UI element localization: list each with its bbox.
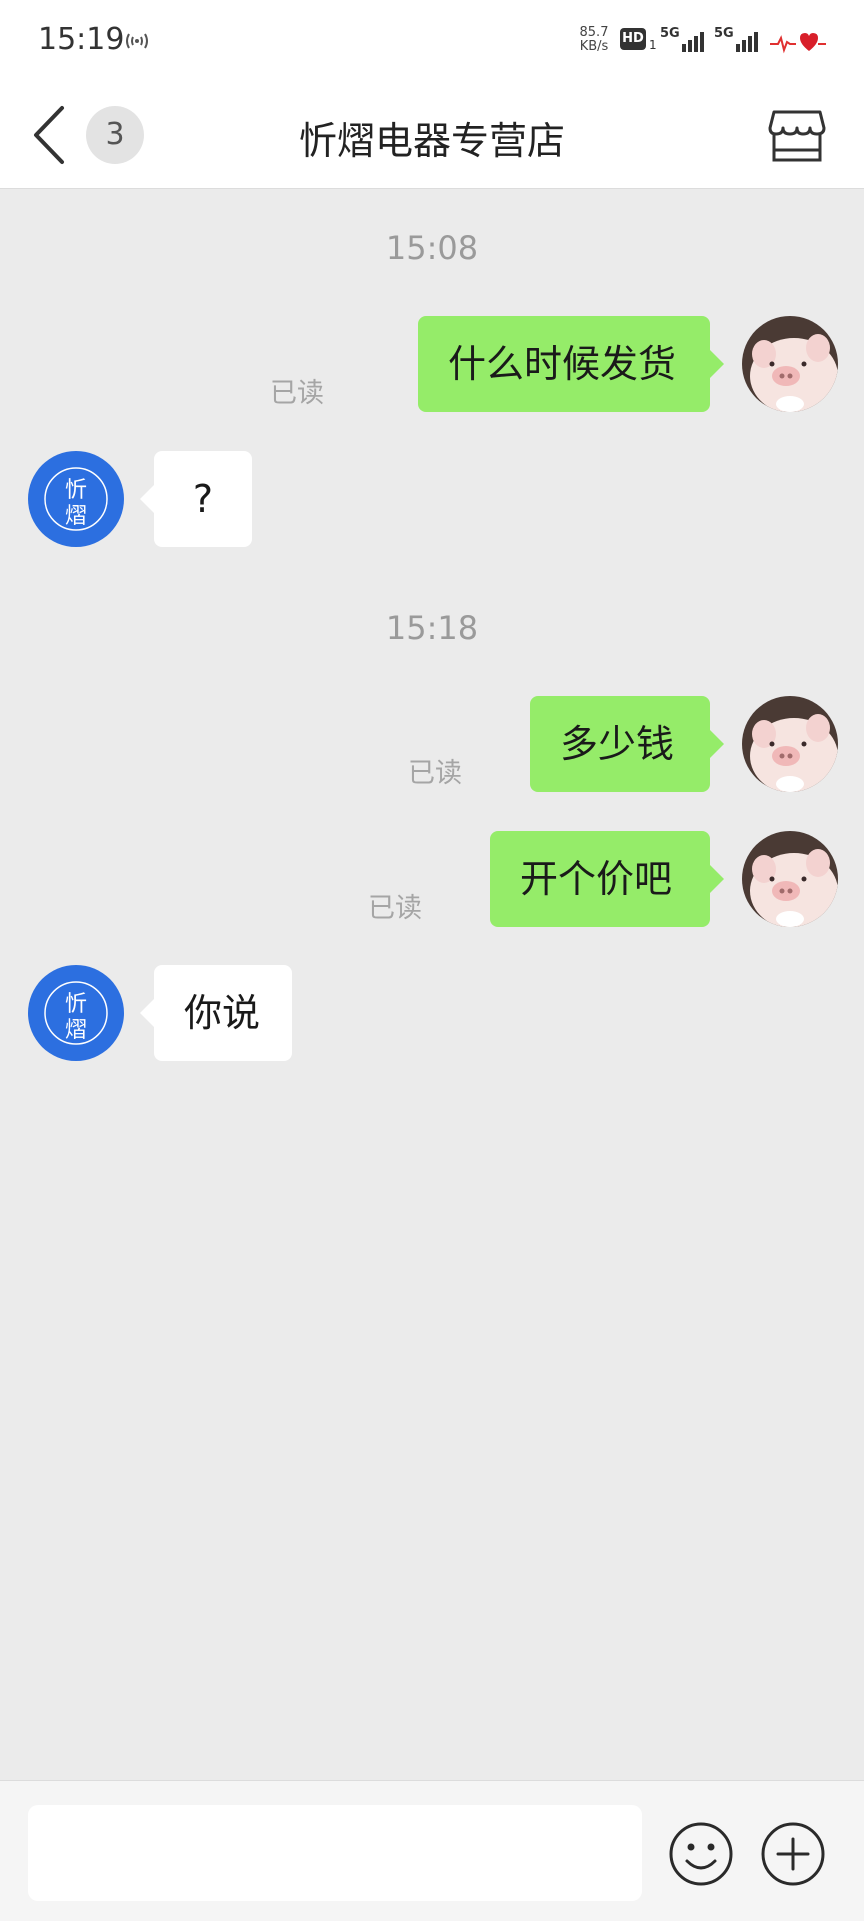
signal-icon: 5G: [714, 26, 760, 52]
plus-circle-icon: [761, 1822, 825, 1886]
message-bubble-incoming[interactable]: 你说: [140, 965, 292, 1061]
message-bubble-incoming[interactable]: ?: [140, 451, 252, 547]
svg-text:忻: 忻: [65, 992, 87, 1017]
network-speed-unit: KB/s: [579, 39, 609, 54]
chat-header: 3 忻熠电器专营店: [0, 82, 864, 189]
more-button[interactable]: [760, 1821, 826, 1887]
user-avatar[interactable]: [742, 316, 838, 412]
svg-text:熠: 熠: [65, 504, 87, 529]
page-title: 忻熠电器专营店: [298, 119, 565, 163]
message-timestamp: 15:08: [385, 229, 479, 267]
pig-avatar-icon: [742, 696, 838, 792]
heart-battery-icon: [770, 30, 826, 56]
read-receipt: 已读: [408, 758, 462, 789]
message-input[interactable]: [28, 1805, 642, 1901]
signal-icon: 5G: [660, 26, 706, 52]
network-speed-value: 85.7: [579, 25, 609, 40]
read-receipt: 已读: [368, 893, 422, 924]
nfc-icon: [124, 30, 150, 57]
smiley-icon: [669, 1822, 733, 1886]
storefront-icon: [768, 110, 826, 162]
input-bar: [0, 1780, 864, 1921]
message-bubble-outgoing[interactable]: 开个价吧: [490, 831, 724, 927]
signal-label: 5G: [714, 26, 734, 41]
message-timestamp: 15:18: [385, 609, 479, 647]
user-avatar[interactable]: [742, 696, 838, 792]
store-logo-icon: 忻 熠: [44, 981, 108, 1045]
network-speed: 85.7 KB/s: [574, 26, 614, 54]
signal-label: 5G: [660, 26, 680, 41]
emoji-button[interactable]: [668, 1821, 734, 1887]
store-button[interactable]: [768, 108, 826, 164]
read-receipt: 已读: [270, 378, 324, 409]
store-logo-icon: 忻 熠: [44, 467, 108, 531]
status-bar: 15:19 85.7 KB/s HD 1 5G 5G: [0, 0, 864, 82]
svg-text:熠: 熠: [65, 1018, 87, 1043]
hd-sub: 1: [649, 38, 657, 52]
user-avatar[interactable]: [742, 831, 838, 927]
hd-icon: HD: [620, 28, 646, 50]
store-avatar[interactable]: 忻 熠: [28, 451, 124, 547]
status-time: 15:19: [38, 22, 125, 57]
pig-avatar-icon: [742, 316, 838, 412]
svg-text:忻: 忻: [65, 478, 87, 503]
message-bubble-outgoing[interactable]: 什么时候发货: [418, 316, 724, 412]
pig-avatar-icon: [742, 831, 838, 927]
store-avatar[interactable]: 忻 熠: [28, 965, 124, 1061]
message-bubble-outgoing[interactable]: 多少钱: [530, 696, 724, 792]
chat-area[interactable]: 15:08 已读 什么时候发货 忻 熠 ? 15:18 已读 多少钱 已读 开个…: [0, 189, 864, 1779]
